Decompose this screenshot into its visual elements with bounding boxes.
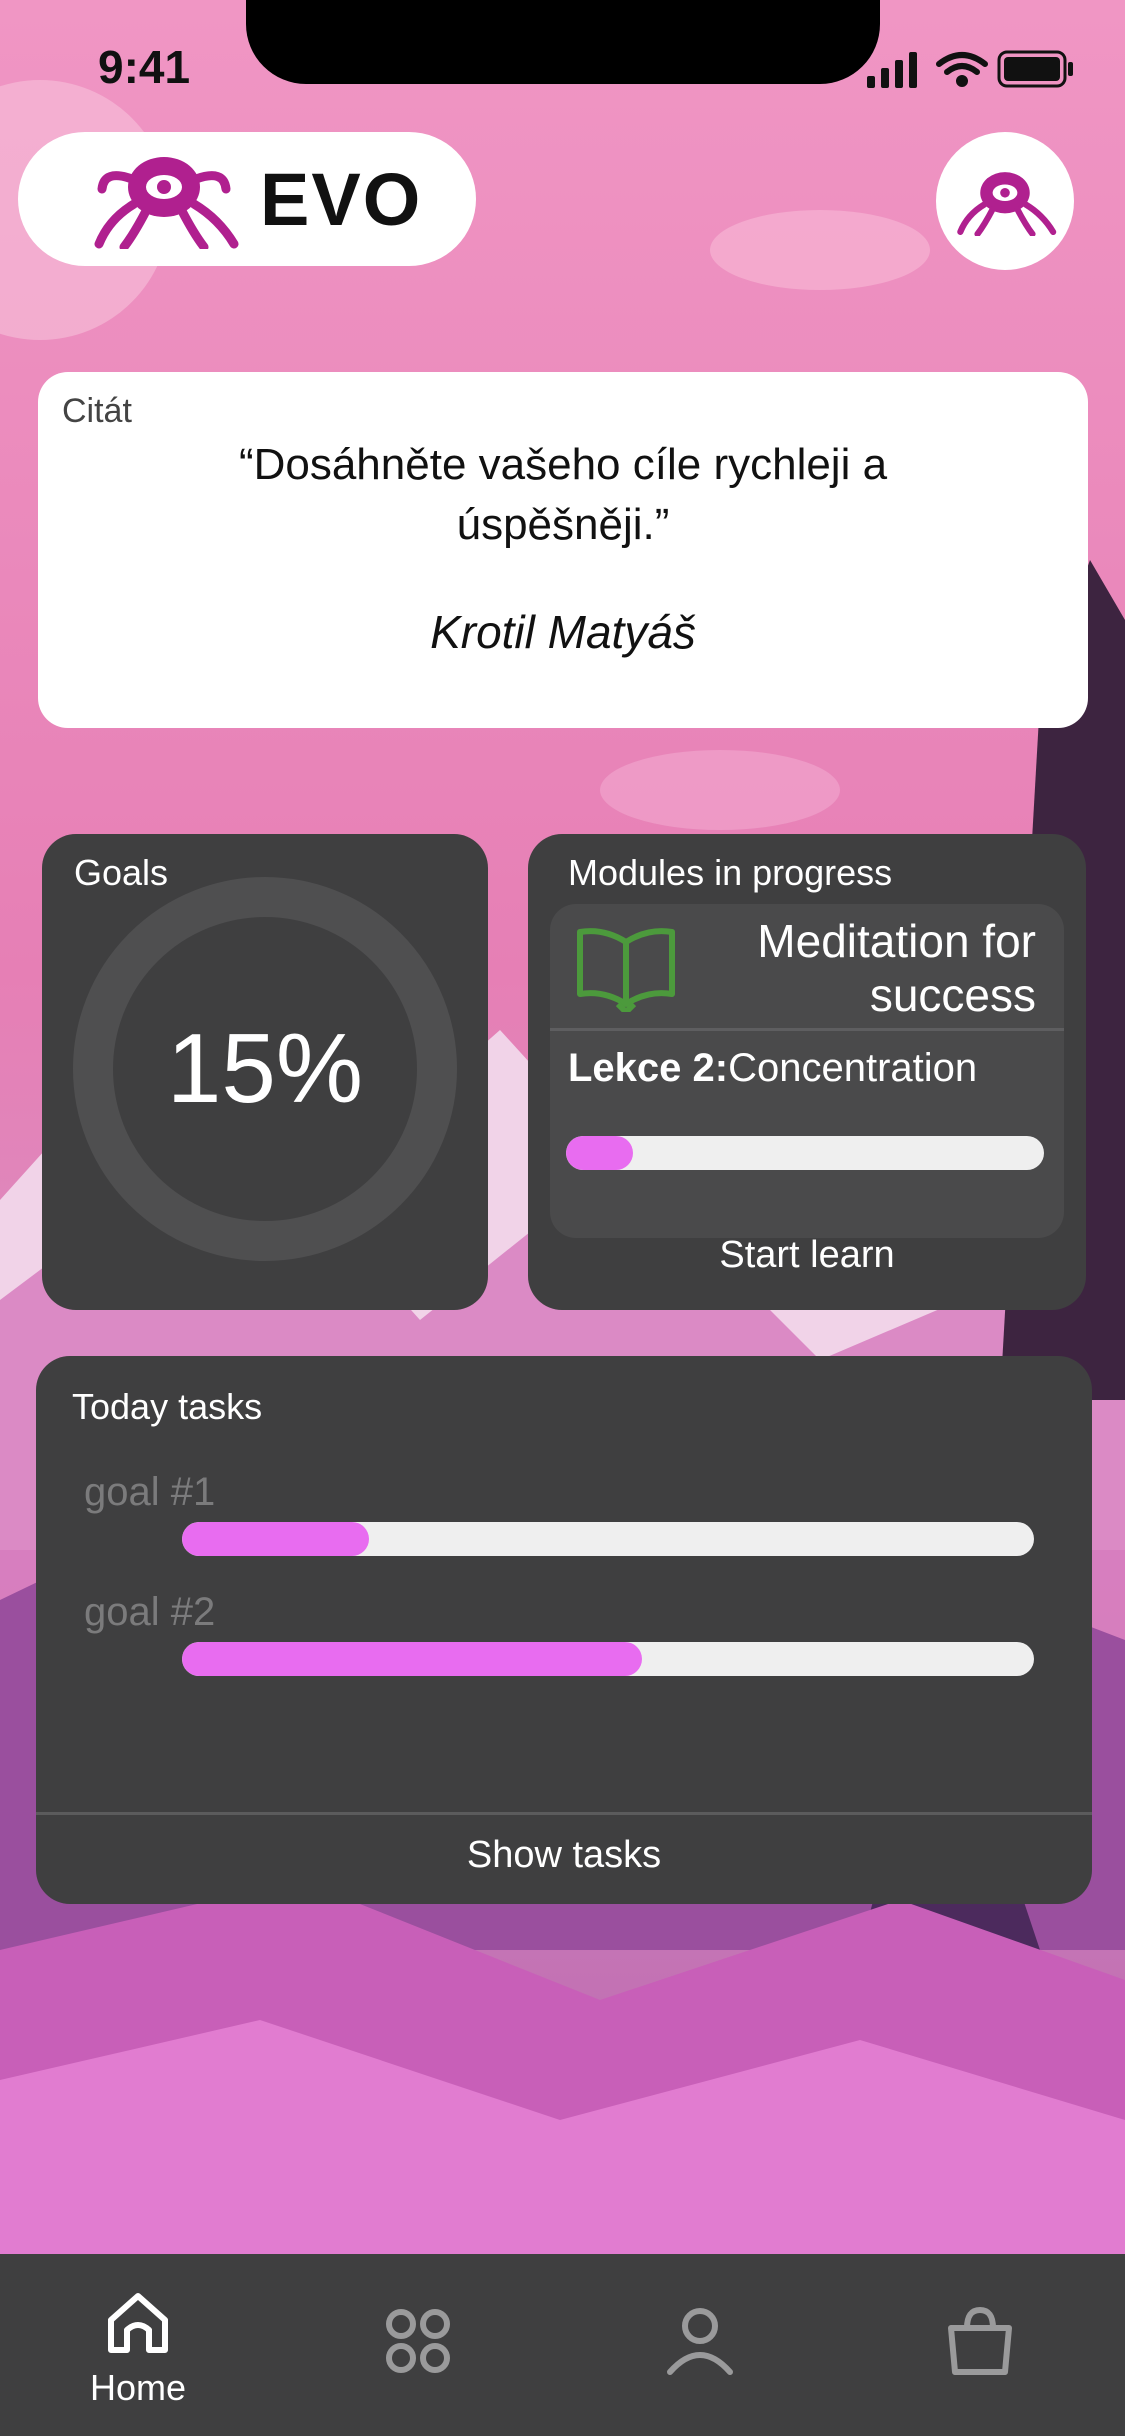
nav-item-shop[interactable] — [900, 2304, 1060, 2381]
quote-text: “Dosáhněte vašeho cíle rychleji a úspěšn… — [238, 440, 888, 549]
modules-title: Modules in progress — [568, 852, 893, 893]
battery-icon — [997, 50, 1073, 88]
module-progress-fill — [566, 1136, 633, 1170]
home-icon — [108, 2293, 168, 2353]
tasks-divider — [36, 1812, 1092, 1815]
task-progress-fill — [182, 1642, 643, 1676]
goals-card[interactable]: Goals 15% — [42, 834, 488, 1310]
tasks-title: Today tasks — [72, 1386, 263, 1427]
bottom-nav: Home — [0, 2254, 1125, 2436]
nav-item-profile[interactable] — [620, 2304, 780, 2381]
module-progress-bar — [566, 1136, 1044, 1170]
task-progress-bar — [182, 1522, 1034, 1556]
quote-author: Krotil Matyáš — [430, 606, 696, 658]
quote-card: Citát “Dosáhněte vašeho cíle rychleji a … — [38, 372, 1088, 728]
module-name: Meditation for success — [757, 915, 1036, 1021]
status-icons — [867, 48, 1077, 97]
task-goal-label: goal #1 — [84, 1470, 216, 1514]
profile-icon — [667, 2308, 733, 2375]
nav-label-home: Home — [89, 2367, 187, 2408]
lesson-prefix: Lekce 2: — [568, 1046, 729, 1090]
octopus-logo-icon — [94, 157, 239, 249]
modules-card: Modules in progress Meditation for succe… — [528, 834, 1086, 1310]
brand-name: EVO — [260, 157, 423, 241]
task-progress-fill — [182, 1522, 370, 1556]
shop-bag-icon — [948, 2307, 1012, 2375]
module-divider — [550, 1028, 1064, 1031]
device-notch — [246, 0, 880, 84]
lesson-label: Lekce 2:Concentration — [568, 1046, 977, 1091]
wifi-icon — [936, 52, 988, 87]
quote-label: Citát — [62, 392, 132, 430]
nav-item-home[interactable]: Home — [58, 2290, 218, 2409]
today-tasks-card: Today tasks goal #1 goal #2 Show tasks — [36, 1356, 1092, 1904]
octopus-avatar-icon — [957, 172, 1057, 236]
signal-icon — [867, 52, 917, 88]
status-time: 9:41 — [98, 41, 191, 93]
brand-logo[interactable]: EVO — [18, 132, 476, 266]
show-tasks-button[interactable]: Show tasks — [36, 1834, 1092, 1877]
nav-item-apps[interactable] — [338, 2306, 498, 2381]
module-item[interactable]: Meditation for success Lekce 2:Concentra… — [550, 904, 1064, 1238]
start-learn-button[interactable]: Start learn — [528, 1234, 1086, 1277]
apps-icon — [386, 2309, 450, 2373]
lesson-name: Concentration — [728, 1046, 978, 1090]
book-icon — [577, 928, 675, 1012]
avatar[interactable] — [936, 132, 1074, 270]
task-goal-label: goal #2 — [84, 1590, 216, 1634]
task-progress-bar — [182, 1642, 1034, 1676]
goals-percent: 15% — [166, 1013, 364, 1123]
